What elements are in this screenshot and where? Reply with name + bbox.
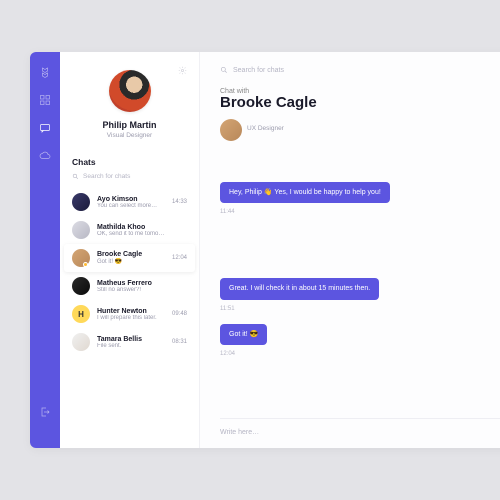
profile-card: Philip Martin Visual Designer bbox=[60, 52, 199, 151]
main-search[interactable]: Search for chats bbox=[220, 66, 500, 74]
chat-item[interactable]: Matheus Ferrero Still no answer?! bbox=[60, 272, 199, 300]
chat-item[interactable]: Ayo Kimson You can select more… 14:33 bbox=[60, 188, 199, 216]
avatar: H bbox=[72, 305, 90, 323]
chat-item[interactable]: Mathilda Khoo OK, send it to me tomo… bbox=[60, 216, 199, 244]
message-bubble-incoming: Got it! 😎 bbox=[220, 324, 267, 345]
avatar bbox=[72, 221, 90, 239]
nav-rail bbox=[30, 52, 60, 448]
conversation-panel: Search for chats Chat with Brooke Cagle … bbox=[200, 52, 500, 448]
message-timestamp: 12:04 bbox=[220, 351, 500, 357]
chat-item-time: 08:31 bbox=[172, 339, 187, 345]
cloud-icon[interactable] bbox=[39, 150, 51, 162]
chat-item-name: Tamara Bellis bbox=[97, 336, 165, 343]
chat-item-preview: File sent. bbox=[97, 343, 165, 349]
search-icon bbox=[220, 66, 228, 74]
chat-item-name: Mathilda Khoo bbox=[97, 224, 180, 231]
search-icon bbox=[72, 173, 79, 180]
message-list: Hi Brooke. Are you Hey, Philip 👋 Yes, I … bbox=[220, 157, 500, 413]
chat-item-time: 09:48 bbox=[172, 311, 187, 317]
app-window: Philip Martin Visual Designer Chats Sear… bbox=[30, 52, 500, 448]
chat-item-preview: OK, send it to me tomo… bbox=[97, 231, 180, 237]
message-row: You should g bbox=[220, 253, 500, 274]
logo-icon[interactable] bbox=[39, 66, 51, 78]
chat-item-name: Ayo Kimson bbox=[97, 196, 165, 203]
message-row: Hey, Philip 👋 Yes, I would be happy to h… bbox=[220, 182, 500, 203]
message-row: Hi Brooke. Are you bbox=[220, 157, 500, 178]
sidebar-search[interactable]: Search for chats bbox=[60, 171, 199, 188]
chat-item-active[interactable]: Brooke Cagle Got it! 😎 12:04 bbox=[64, 244, 195, 272]
avatar bbox=[72, 277, 90, 295]
message-row: Got it! 😎 bbox=[220, 324, 500, 345]
chat-item[interactable]: Tamara Bellis File sent. 08:31 bbox=[60, 328, 199, 356]
conversation-avatar bbox=[220, 119, 242, 141]
chat-item-preview: I will prepare this later. bbox=[97, 315, 165, 321]
message-timestamp: 11:51 bbox=[220, 306, 500, 312]
chat-item[interactable]: H Hunter Newton I will prepare this late… bbox=[60, 300, 199, 328]
settings-button[interactable] bbox=[178, 66, 187, 77]
chat-item-time: 12:04 bbox=[172, 255, 187, 261]
conversation-name: Brooke Cagle bbox=[220, 95, 317, 112]
chat-item-preview: Still no answer?! bbox=[97, 287, 180, 293]
main-search-placeholder: Search for chats bbox=[233, 67, 284, 74]
composer-placeholder: Write here… bbox=[220, 429, 259, 436]
sidebar: Philip Martin Visual Designer Chats Sear… bbox=[60, 52, 200, 448]
chat-item-preview: Got it! 😎 bbox=[97, 258, 165, 265]
chat-item-name: Matheus Ferrero bbox=[97, 280, 180, 287]
profile-avatar bbox=[109, 70, 151, 112]
chats-heading: Chats bbox=[60, 151, 199, 171]
message-composer[interactable]: Write here… bbox=[220, 418, 500, 448]
avatar bbox=[72, 333, 90, 351]
message-bubble-incoming: Hey, Philip 👋 Yes, I would be happy to h… bbox=[220, 182, 390, 203]
conversation-header: Chat with Brooke Cagle UX Designer bbox=[220, 88, 500, 141]
message-row: Awesome! I will se bbox=[220, 227, 500, 248]
chat-item-name: Hunter Newton bbox=[97, 308, 165, 315]
conversation-role: UX Designer bbox=[247, 125, 284, 132]
sidebar-search-placeholder: Search for chats bbox=[83, 173, 130, 180]
chat-item-preview: You can select more… bbox=[97, 203, 165, 209]
message-row: Great. I will check it in about 15 minut… bbox=[220, 278, 500, 299]
chat-list: Ayo Kimson You can select more… 14:33 Ma… bbox=[60, 188, 199, 448]
message-bubble-incoming: Great. I will check it in about 15 minut… bbox=[220, 278, 379, 299]
avatar bbox=[72, 193, 90, 211]
logout-icon[interactable] bbox=[39, 406, 51, 418]
online-indicator bbox=[83, 262, 88, 267]
chats-icon[interactable] bbox=[39, 122, 51, 134]
profile-name: Philip Martin bbox=[68, 120, 191, 130]
dashboard-icon[interactable] bbox=[39, 94, 51, 106]
message-timestamp: 11:44 bbox=[220, 209, 500, 215]
chat-item-time: 14:33 bbox=[172, 199, 187, 205]
chat-item-name: Brooke Cagle bbox=[97, 251, 165, 258]
profile-role: Visual Designer bbox=[68, 132, 191, 139]
